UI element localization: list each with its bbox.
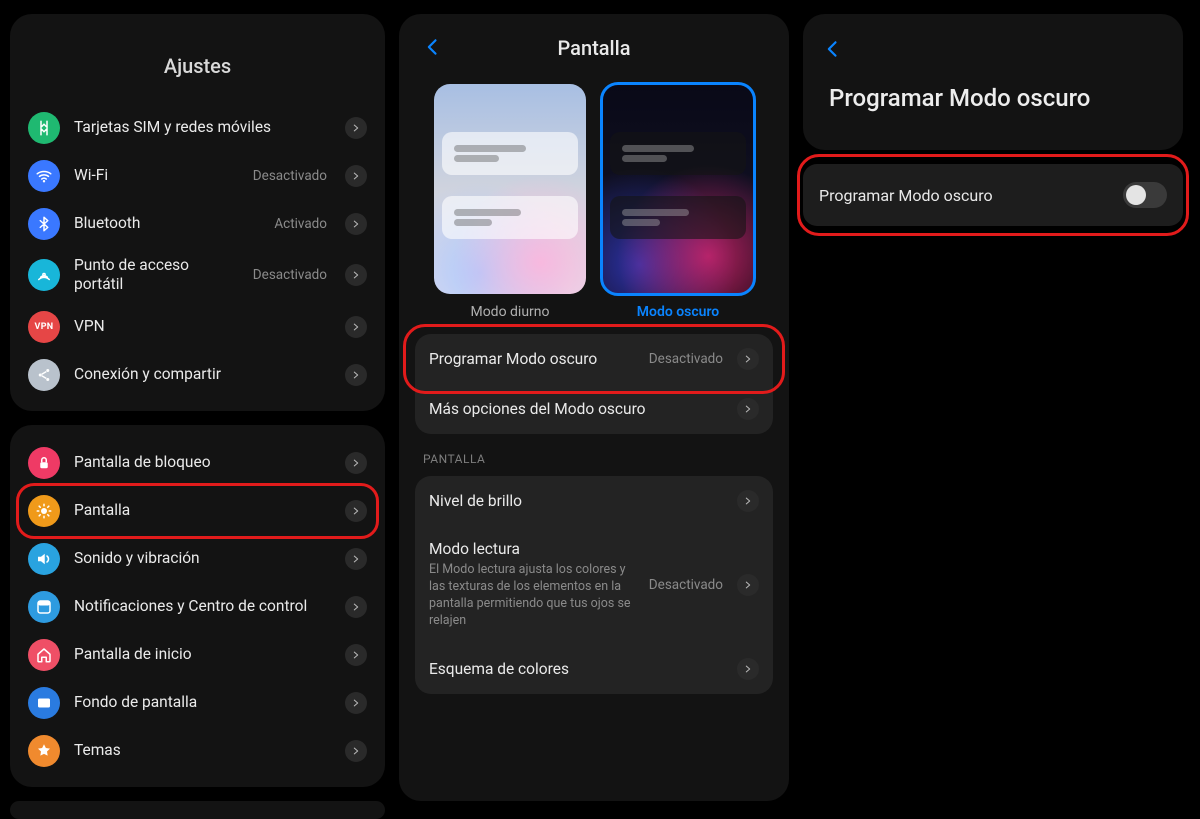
settings-item-lockscreen[interactable]: Pantalla de bloqueo	[22, 439, 373, 487]
settings-panel-display-group: Pantalla de bloqueo Pantalla Sonido y vibr…	[10, 425, 385, 787]
wifi-icon	[28, 160, 60, 192]
section-pantalla: PANTALLA	[411, 434, 777, 476]
settings-item-home[interactable]: Pantalla de inicio	[22, 631, 373, 679]
display-title: Pantalla	[558, 36, 631, 60]
chevron-right-icon	[737, 574, 759, 596]
chevron-right-icon	[345, 596, 367, 618]
schedule-dark-row[interactable]: Programar Modo oscuro	[803, 164, 1183, 226]
lockscreen-icon	[28, 447, 60, 479]
tile-dark-mode[interactable]: Modo oscuro	[602, 84, 754, 320]
chevron-right-icon	[345, 264, 367, 286]
screen-option-scheme[interactable]: Esquema de colores	[415, 644, 773, 694]
chevron-right-icon	[737, 490, 759, 512]
dark-mode-options: Programar Modo oscuro Desactivado Más opci…	[415, 334, 773, 434]
settings-item-label: Pantalla de inicio	[74, 645, 331, 664]
chevron-right-icon	[345, 316, 367, 338]
settings-item-vpn[interactable]: VPN VPN	[22, 303, 373, 351]
settings-item-display[interactable]: Pantalla	[22, 487, 373, 535]
settings-item-themes[interactable]: Temas	[22, 727, 373, 775]
themes-icon	[28, 735, 60, 767]
settings-item-notif[interactable]: Notificaciones y Centro de control	[22, 583, 373, 631]
tile-light-mode[interactable]: Modo diurno	[434, 84, 586, 320]
settings-item-label: Notificaciones y Centro de control	[74, 597, 331, 616]
chevron-right-icon	[345, 692, 367, 714]
tile-light-caption: Modo diurno	[470, 304, 549, 320]
dark-option-schedule[interactable]: Programar Modo oscuro Desactivado	[415, 334, 773, 384]
settings-item-sound[interactable]: Sonido y vibración	[22, 535, 373, 583]
chevron-right-icon	[345, 740, 367, 762]
tile-dark-caption: Modo oscuro	[637, 304, 719, 320]
chevron-right-icon	[345, 364, 367, 386]
chevron-right-icon	[737, 348, 759, 370]
chevron-right-icon	[345, 117, 367, 139]
settings-item-share[interactable]: Conexión y compartir	[22, 351, 373, 399]
vpn-icon: VPN	[28, 311, 60, 343]
settings-item-hotspot[interactable]: Punto de acceso portátil Desactivado	[22, 248, 373, 303]
chevron-right-icon	[737, 398, 759, 420]
settings-item-status: Desactivado	[253, 168, 327, 184]
settings-item-label: Pantalla	[74, 501, 331, 520]
schedule-dark-label: Programar Modo oscuro	[819, 186, 1123, 205]
tile-dark-preview	[602, 84, 754, 294]
settings-title: Ajustes	[22, 36, 373, 104]
screen-option-reading[interactable]: Modo lectura El Modo lectura ajusta los c…	[415, 526, 773, 644]
bluetooth-icon	[28, 208, 60, 240]
row-label: Nivel de brillo	[429, 492, 727, 510]
share-icon	[28, 359, 60, 391]
settings-item-bluetooth[interactable]: Bluetooth Activado	[22, 200, 373, 248]
settings-item-label: Tarjetas SIM y redes móviles	[74, 118, 331, 137]
settings-panel-cutoff	[10, 801, 385, 819]
tile-light-preview	[434, 84, 586, 294]
chevron-right-icon	[737, 658, 759, 680]
row-status: Desactivado	[649, 577, 723, 593]
chevron-right-icon	[345, 644, 367, 666]
notif-icon	[28, 591, 60, 623]
row-label: Programar Modo oscuro	[429, 350, 639, 368]
chevron-right-icon	[345, 548, 367, 570]
settings-item-label: Wi-Fi	[74, 166, 239, 185]
settings-item-status: Activado	[274, 216, 327, 232]
settings-item-label: Sonido y vibración	[74, 549, 331, 568]
theme-mode-tiles: Modo diurno Modo oscuro	[411, 76, 777, 320]
settings-item-label: Fondo de pantalla	[74, 693, 331, 712]
row-status: Desactivado	[649, 351, 723, 367]
back-icon[interactable]	[817, 32, 849, 68]
chevron-right-icon	[345, 500, 367, 522]
settings-item-label: Temas	[74, 741, 331, 760]
sound-icon	[28, 543, 60, 575]
chevron-right-icon	[345, 165, 367, 187]
settings-item-sim[interactable]: Tarjetas SIM y redes móviles	[22, 104, 373, 152]
settings-item-label: Pantalla de bloqueo	[74, 453, 331, 472]
settings-item-label: Punto de acceso portátil	[74, 256, 239, 295]
sim-icon	[28, 112, 60, 144]
row-label: Esquema de colores	[429, 660, 727, 678]
screen-option-brightness[interactable]: Nivel de brillo	[415, 476, 773, 526]
settings-item-label: VPN	[74, 317, 331, 336]
chevron-right-icon	[345, 452, 367, 474]
settings-item-status: Desactivado	[253, 267, 327, 283]
home-icon	[28, 639, 60, 671]
schedule-title: Programar Modo oscuro	[817, 68, 1169, 140]
wallpaper-icon	[28, 687, 60, 719]
row-label: Modo lectura	[429, 540, 639, 558]
chevron-right-icon	[345, 213, 367, 235]
settings-item-label: Bluetooth	[74, 214, 260, 233]
schedule-dark-toggle[interactable]	[1123, 182, 1167, 208]
schedule-dark-screen-header: Programar Modo oscuro	[803, 14, 1183, 150]
display-header: Pantalla	[411, 26, 777, 76]
row-label: Más opciones del Modo oscuro	[429, 400, 727, 418]
hotspot-icon	[28, 259, 60, 291]
row-sub: El Modo lectura ajusta los colores y las…	[429, 562, 639, 630]
settings-item-label: Conexión y compartir	[74, 365, 331, 384]
settings-item-wallpaper[interactable]: Fondo de pantalla	[22, 679, 373, 727]
settings-item-wifi[interactable]: Wi-Fi Desactivado	[22, 152, 373, 200]
back-icon[interactable]	[417, 30, 449, 66]
display-icon	[28, 495, 60, 527]
settings-panel-connectivity: Ajustes Tarjetas SIM y redes móviles Wi-F…	[10, 14, 385, 411]
display-screen: Pantalla Modo diurno	[399, 14, 789, 801]
dark-option-more[interactable]: Más opciones del Modo oscuro	[415, 384, 773, 434]
screen-options: Nivel de brillo Modo lectura El Modo lectu…	[415, 476, 773, 694]
